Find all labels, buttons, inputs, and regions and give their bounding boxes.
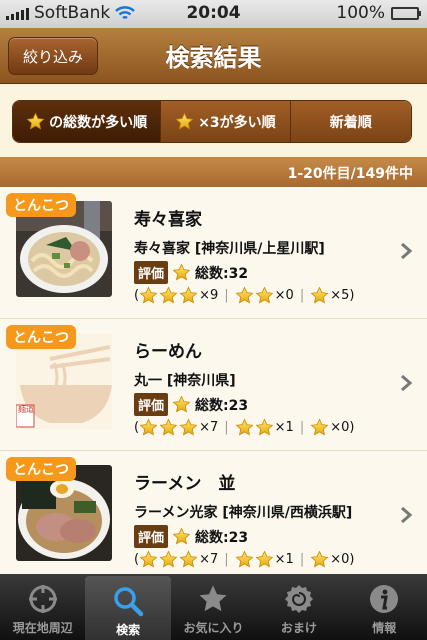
star-icon: [235, 286, 254, 305]
battery-status: 100%: [336, 3, 421, 23]
star-icon: [139, 418, 158, 437]
tab-label: 情報: [372, 621, 397, 635]
star-icon: [310, 418, 329, 437]
list-item[interactable]: とんこつ 寿々喜家 寿々喜家 [神奈川県/上星川駅] 評価 総数:32 (×9…: [0, 187, 427, 319]
sort-by-total-stars[interactable]: の総数が多い順: [13, 101, 162, 142]
star-icon: [179, 286, 198, 305]
tab-label: 現在地周辺: [12, 621, 73, 635]
tab-bar: 現在地周辺 検索 お気に入り おまけ 情報: [0, 574, 427, 640]
star-icon: [159, 550, 178, 569]
list-item[interactable]: とんこつ ラーメン 並 ラーメン光家 [神奈川県/西横浜駅] 評価 総数:23 …: [0, 451, 427, 574]
total-count: 総数:23: [195, 397, 249, 414]
star-icon: [139, 286, 158, 305]
category-tag: とんこつ: [6, 193, 76, 217]
star-icon: [179, 418, 198, 437]
page-title: 検索結果: [165, 44, 262, 72]
tab-label: おまけ: [280, 621, 317, 635]
tab-label: お気に入り: [183, 621, 244, 635]
star-icon: [235, 418, 254, 437]
total-count: 総数:23: [195, 529, 249, 546]
navigation-bar: 絞り込み 検索結果: [0, 28, 427, 84]
sort-by-newest[interactable]: 新着順: [290, 101, 411, 142]
one-star-count: ×5: [310, 286, 349, 305]
stamp-seal: 麺道: [18, 405, 34, 414]
tab-label: 検索: [116, 623, 141, 637]
star-icon: [159, 286, 178, 305]
star-icon: [255, 418, 274, 437]
info-icon: [370, 585, 399, 613]
shop-location: 丸一 [神奈川県]: [134, 373, 236, 389]
sort-by-three-stars[interactable]: ×3が多い順: [161, 101, 291, 142]
segment-label: 新着順: [329, 114, 372, 131]
tab-favorites[interactable]: お気に入り: [171, 574, 256, 640]
result-list: とんこつ 寿々喜家 寿々喜家 [神奈川県/上星川駅] 評価 総数:32 (×9…: [0, 187, 427, 574]
star-icon: [26, 112, 45, 131]
star-icon: [179, 550, 198, 569]
rating-summary: 評価 総数:32: [134, 261, 248, 284]
battery-icon: [391, 6, 421, 20]
star-icon: [255, 550, 274, 569]
sort-segmented-control: の総数が多い順 ×3が多い順 新着順: [12, 100, 412, 143]
three-star-count: ×9: [139, 286, 218, 305]
sort-area: の総数が多い順 ×3が多い順 新着順: [0, 84, 427, 157]
star-icon: [235, 550, 254, 569]
item-title: ラーメン 並: [134, 474, 236, 494]
star-icon: [255, 286, 274, 305]
tab-nearby[interactable]: 現在地周辺: [0, 574, 85, 640]
rating-distribution: ( ×7 | ×1 | ×0 ): [134, 550, 355, 569]
tab-search[interactable]: 検索: [85, 576, 171, 640]
category-tag: とんこつ: [6, 325, 76, 349]
rating-summary: 評価 総数:23: [134, 393, 248, 416]
segment-label: の総数が多い順: [49, 114, 148, 131]
rating-distribution: ( ×7 | ×1 | ×0 ): [134, 418, 355, 437]
shop-location: 寿々喜家 [神奈川県/上星川駅]: [134, 241, 325, 257]
status-bar: SoftBank 20:04 100%: [0, 0, 427, 28]
rating-summary: 評価 総数:23: [134, 525, 248, 548]
chevron-right-icon: [401, 374, 413, 392]
segment-label: ×3が多い順: [198, 114, 276, 131]
naruto-icon: [284, 585, 313, 613]
chevron-right-icon: [401, 242, 413, 260]
two-star-count: ×0: [235, 286, 294, 305]
two-star-count: ×1: [235, 550, 294, 569]
star-icon: [310, 286, 329, 305]
one-star-count: ×0: [310, 550, 349, 569]
three-star-count: ×7: [139, 418, 218, 437]
star-icon: [159, 418, 178, 437]
crosshair-icon: [28, 585, 57, 613]
item-title: らーめん: [134, 342, 202, 362]
two-star-count: ×1: [235, 418, 294, 437]
star-icon: [172, 527, 191, 546]
star-icon: [175, 112, 194, 131]
category-tag: とんこつ: [6, 457, 76, 481]
star-icon: [172, 395, 191, 414]
rating-badge: 評価: [134, 525, 169, 548]
star-icon: [200, 585, 227, 612]
shop-location: ラーメン光家 [神奈川県/西横浜駅]: [134, 505, 353, 521]
tab-info[interactable]: 情報: [342, 574, 427, 640]
tab-extras[interactable]: おまけ: [256, 574, 341, 640]
rating-distribution: ( ×9 | ×0 | ×5 ): [134, 286, 355, 305]
one-star-count: ×0: [310, 418, 349, 437]
three-star-count: ×7: [139, 550, 218, 569]
list-item[interactable]: とんこつ 麺道 らーめん 丸一 [神奈川県] 評価 総数:23 (×7 | ×…: [0, 319, 427, 451]
rating-badge: 評価: [134, 261, 169, 284]
chevron-right-icon: [401, 506, 413, 524]
item-title: 寿々喜家: [134, 210, 202, 230]
search-icon: [114, 587, 144, 617]
star-icon: [139, 550, 158, 569]
rating-badge: 評価: [134, 393, 169, 416]
star-icon: [310, 550, 329, 569]
star-icon: [172, 263, 191, 282]
total-count: 総数:32: [195, 265, 249, 282]
battery-percent: 100%: [336, 3, 385, 23]
result-count: 1-20件目/149件中: [0, 157, 427, 187]
